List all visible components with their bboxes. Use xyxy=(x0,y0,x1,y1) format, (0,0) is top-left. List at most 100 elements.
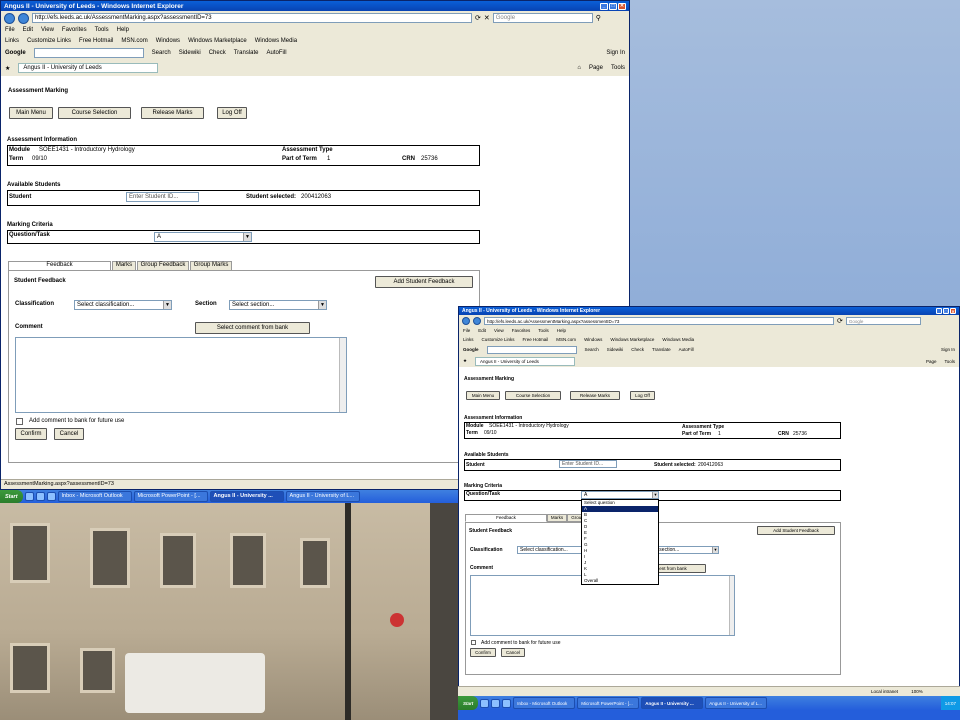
add-student-feedback-button[interactable]: Add Student Feedback xyxy=(375,276,473,288)
link-msn[interactable]: MSN.com xyxy=(121,38,147,44)
back-icon[interactable] xyxy=(4,12,15,24)
log-off-button[interactable]: Log Off xyxy=(630,391,655,400)
student-id-input[interactable]: Enter Student ID... xyxy=(126,192,199,202)
toolbar-signin[interactable]: Sign In xyxy=(941,347,955,352)
menu-favorites[interactable]: Favorites xyxy=(62,27,87,33)
link-media[interactable]: Windows Media xyxy=(662,337,694,342)
scrollbar[interactable] xyxy=(729,576,734,635)
link-windows[interactable]: Windows xyxy=(156,38,180,44)
link-marketplace[interactable]: Windows Marketplace xyxy=(610,337,654,342)
cancel-button[interactable]: Cancel xyxy=(54,428,84,440)
back-icon[interactable] xyxy=(462,316,470,325)
home-icon[interactable]: ⌂ xyxy=(577,65,581,71)
taskbar-item-powerpoint[interactable]: Microsoft PowerPoint - [... xyxy=(133,491,208,502)
question-select[interactable]: A ▼ xyxy=(581,491,659,499)
toolbar-search[interactable]: Search xyxy=(152,50,171,56)
link-msn[interactable]: MSN.com xyxy=(556,337,576,342)
confirm-button[interactable]: Confirm xyxy=(15,428,47,440)
cmd-tools[interactable]: Tools xyxy=(611,65,625,71)
toolbar-sidewiki[interactable]: Sidewiki xyxy=(179,50,201,56)
classification-select[interactable]: Select classification...▼ xyxy=(74,300,172,310)
search-icon[interactable]: ⚲ xyxy=(596,14,601,22)
search-input[interactable]: Google xyxy=(492,13,593,23)
link-marketplace[interactable]: Windows Marketplace xyxy=(188,38,247,44)
toolbar-autofill[interactable]: AutoFill xyxy=(679,347,694,352)
add-to-bank-checkbox[interactable] xyxy=(471,640,476,645)
start-button[interactable]: Start xyxy=(458,696,479,710)
course-selection-button[interactable]: Course Selection xyxy=(505,391,561,400)
link-customize[interactable]: Customize Links xyxy=(27,38,71,44)
forward-icon[interactable] xyxy=(473,316,481,325)
quicklaunch-icon[interactable] xyxy=(502,698,512,708)
add-student-feedback-button[interactable]: Add Student Feedback xyxy=(757,526,835,535)
select-comment-button[interactable]: Select comment from bank xyxy=(195,322,310,334)
release-marks-button[interactable]: Release Marks xyxy=(570,391,620,400)
refresh-icon[interactable]: ⟳ xyxy=(837,317,843,325)
menu-help[interactable]: Help xyxy=(117,27,129,33)
toolbar-autofill[interactable]: AutoFill xyxy=(267,50,287,56)
taskbar-item-powerpoint[interactable]: Microsoft PowerPoint - [... xyxy=(577,697,640,709)
quicklaunch-icon[interactable] xyxy=(46,492,56,501)
google-search-input[interactable] xyxy=(486,345,577,354)
menu-view[interactable]: View xyxy=(494,328,504,333)
toolbar-signin[interactable]: Sign In xyxy=(606,50,625,56)
cmd-page[interactable]: Page xyxy=(589,65,603,71)
question-select[interactable]: A ▼ xyxy=(154,232,252,242)
browser-tab[interactable]: Angus II - University of Leeds xyxy=(18,63,159,73)
forward-icon[interactable] xyxy=(18,12,29,24)
tab-feedback[interactable]: Feedback xyxy=(465,514,547,522)
main-menu-button[interactable]: Main Menu xyxy=(9,107,53,119)
link-hotmail[interactable]: Free Hotmail xyxy=(523,337,549,342)
toolbar-check[interactable]: Check xyxy=(631,347,644,352)
link-customize[interactable]: Customize Links xyxy=(482,337,515,342)
menu-favorites[interactable]: Favorites xyxy=(512,328,531,333)
browser-tab[interactable]: Angus II - University of Leeds xyxy=(475,356,576,366)
release-marks-button[interactable]: Release Marks xyxy=(141,107,204,119)
menu-edit[interactable]: Edit xyxy=(478,328,486,333)
scrollbar[interactable] xyxy=(339,338,346,412)
taskbar-item-angus-active[interactable]: Angus II - University ... xyxy=(209,491,284,502)
student-id-input[interactable]: Enter Student ID... xyxy=(559,460,617,468)
comment-textarea[interactable] xyxy=(15,337,347,413)
favorites-star-icon[interactable]: ★ xyxy=(463,358,467,364)
url-input[interactable]: http://efs.leeds.ac.uk/AssessmentMarking… xyxy=(32,13,472,23)
taskbar-item-outlook[interactable]: Inbox - Microsoft Outlook xyxy=(513,697,576,709)
url-input[interactable]: http://efs.leeds.ac.uk/AssessmentMarking… xyxy=(484,316,834,325)
toolbar-search[interactable]: Search xyxy=(585,347,599,352)
close-icon[interactable]: ✕ xyxy=(618,2,626,10)
quicklaunch-icon[interactable] xyxy=(491,698,501,708)
cancel-button[interactable]: Cancel xyxy=(501,648,525,657)
toolbar-translate[interactable]: Translate xyxy=(652,347,671,352)
main-menu-button[interactable]: Main Menu xyxy=(466,391,500,400)
quicklaunch-icon[interactable] xyxy=(35,492,45,501)
cmd-page[interactable]: Page xyxy=(926,359,937,364)
maximize-icon[interactable]: □ xyxy=(609,2,617,10)
menu-edit[interactable]: Edit xyxy=(23,27,33,33)
taskbar-item-angus[interactable]: Angus II - University of L... xyxy=(285,491,360,502)
menu-view[interactable]: View xyxy=(41,27,54,33)
menu-help[interactable]: Help xyxy=(557,328,566,333)
toolbar-translate[interactable]: Translate xyxy=(234,50,259,56)
link-hotmail[interactable]: Free Hotmail xyxy=(79,38,113,44)
course-selection-button[interactable]: Course Selection xyxy=(58,107,131,119)
favorites-star-icon[interactable]: ★ xyxy=(5,65,10,72)
google-search-input[interactable] xyxy=(33,48,144,58)
zoom-level[interactable]: 100% xyxy=(911,689,923,694)
search-input[interactable]: Google xyxy=(845,316,921,325)
log-off-button[interactable]: Log Off xyxy=(217,107,247,119)
stop-icon[interactable]: ✕ xyxy=(484,14,490,22)
cmd-tools[interactable]: Tools xyxy=(944,359,955,364)
menu-file[interactable]: File xyxy=(463,328,470,333)
link-windows[interactable]: Windows xyxy=(584,337,602,342)
minimize-icon[interactable]: _ xyxy=(936,308,942,314)
option-overall[interactable]: Overall xyxy=(582,578,658,584)
confirm-button[interactable]: Confirm xyxy=(470,648,496,657)
refresh-icon[interactable]: ⟳ xyxy=(475,14,481,22)
link-media[interactable]: Windows Media xyxy=(255,38,297,44)
minimize-icon[interactable]: _ xyxy=(600,2,608,10)
menu-tools[interactable]: Tools xyxy=(95,27,109,33)
quicklaunch-icon[interactable] xyxy=(24,492,34,501)
taskbar-item-angus[interactable]: Angus II - University of L... xyxy=(705,697,768,709)
start-button[interactable]: Start xyxy=(0,490,23,503)
tab-marks[interactable]: Marks xyxy=(547,514,567,522)
